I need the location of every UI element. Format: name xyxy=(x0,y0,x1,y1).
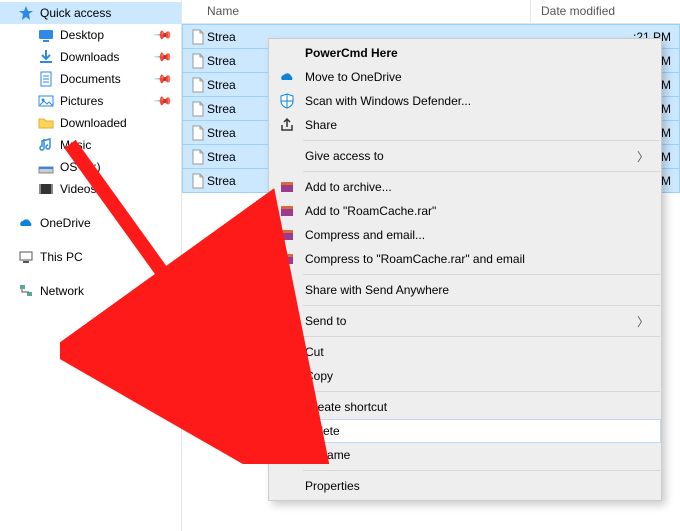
sidebar-item-pictures[interactable]: Pictures 📌 xyxy=(0,90,181,112)
menu-compress-rar-email[interactable]: Compress to "RoamCache.rar" and email xyxy=(269,247,661,271)
separator xyxy=(303,140,660,141)
sidebar-label: OneDrive xyxy=(40,216,91,230)
sidebar-item-videos[interactable]: Videos xyxy=(0,178,181,200)
submenu-arrow-icon: 〉 xyxy=(637,148,649,165)
sidebar-label: Pictures xyxy=(60,94,103,108)
desktop-icon xyxy=(38,27,54,43)
menu-send-to[interactable]: Send to 〉 xyxy=(269,309,661,333)
pin-icon: 📌 xyxy=(153,47,173,67)
downloads-icon xyxy=(38,49,54,65)
separator xyxy=(303,305,660,306)
sidebar-label: This PC xyxy=(40,250,83,264)
column-name[interactable]: Name xyxy=(182,0,530,23)
menu-share[interactable]: Share xyxy=(269,113,661,137)
menu-add-archive[interactable]: Add to archive... xyxy=(269,175,661,199)
sidebar-item-quick-access[interactable]: Quick access xyxy=(0,2,181,24)
menu-add-rar[interactable]: Add to "RoamCache.rar" xyxy=(269,199,661,223)
menu-compress-email[interactable]: Compress and email... xyxy=(269,223,661,247)
defender-icon xyxy=(275,93,299,109)
pin-icon: 📌 xyxy=(153,91,173,111)
separator xyxy=(303,274,660,275)
sidebar-item-documents[interactable]: Documents 📌 xyxy=(0,68,181,90)
menu-rename[interactable]: Rename xyxy=(269,443,661,467)
sidebar-label: Documents xyxy=(60,72,121,86)
column-headers: Name Date modified xyxy=(182,0,680,24)
submenu-arrow-icon: 〉 xyxy=(637,313,649,330)
menu-powercmd[interactable]: PowerCmd Here xyxy=(269,41,661,65)
winrar-icon xyxy=(275,227,299,243)
separator xyxy=(303,336,660,337)
pin-icon: 📌 xyxy=(153,69,173,89)
column-date[interactable]: Date modified xyxy=(530,0,680,23)
documents-icon xyxy=(38,71,54,87)
menu-properties[interactable]: Properties xyxy=(269,474,661,498)
file-icon xyxy=(183,125,207,141)
menu-give-access[interactable]: Give access to 〉 xyxy=(269,144,661,168)
sidebar-label: Downloads xyxy=(60,50,119,64)
menu-scan-defender[interactable]: Scan with Windows Defender... xyxy=(269,89,661,113)
quick-access-icon xyxy=(18,5,34,21)
sidebar-item-desktop[interactable]: Desktop 📌 xyxy=(0,24,181,46)
menu-send-anywhere[interactable]: Share with Send Anywhere xyxy=(269,278,661,302)
sidebar-label: OS (C:) xyxy=(60,160,101,174)
this-pc-icon xyxy=(18,249,34,265)
sidebar-item-music[interactable]: Music xyxy=(0,134,181,156)
sidebar-label: Quick access xyxy=(40,6,111,20)
onedrive-icon xyxy=(275,69,299,85)
separator xyxy=(303,391,660,392)
sidebar-label: Desktop xyxy=(60,28,104,42)
file-icon xyxy=(183,29,207,45)
navigation-pane: Quick access Desktop 📌 Downloads 📌 Docum… xyxy=(0,0,182,531)
sidebar-item-this-pc[interactable]: This PC xyxy=(0,246,181,268)
menu-move-onedrive[interactable]: Move to OneDrive xyxy=(269,65,661,89)
separator xyxy=(303,470,660,471)
pictures-icon xyxy=(38,93,54,109)
send-anywhere-icon xyxy=(275,282,299,298)
context-menu: PowerCmd Here Move to OneDrive Scan with… xyxy=(268,38,662,501)
onedrive-icon xyxy=(18,215,34,231)
sidebar-item-network[interactable]: Network xyxy=(0,280,181,302)
file-icon xyxy=(183,149,207,165)
sidebar-label: Network xyxy=(40,284,84,298)
sidebar-item-downloaded[interactable]: Downloaded xyxy=(0,112,181,134)
sidebar-item-os-c[interactable]: OS (C:) xyxy=(0,156,181,178)
share-icon xyxy=(275,117,299,133)
file-icon xyxy=(183,173,207,189)
folder-icon xyxy=(38,115,54,131)
winrar-icon xyxy=(275,203,299,219)
sidebar-item-downloads[interactable]: Downloads 📌 xyxy=(0,46,181,68)
menu-cut[interactable]: Cut xyxy=(269,340,661,364)
file-icon xyxy=(183,53,207,69)
music-icon xyxy=(38,137,54,153)
file-icon xyxy=(183,101,207,117)
sidebar-label: Music xyxy=(60,138,91,152)
menu-delete[interactable]: Delete xyxy=(269,419,661,443)
sidebar-item-onedrive[interactable]: OneDrive xyxy=(0,212,181,234)
separator xyxy=(303,171,660,172)
file-icon xyxy=(183,77,207,93)
menu-copy[interactable]: Copy xyxy=(269,364,661,388)
network-icon xyxy=(18,283,34,299)
drive-icon xyxy=(38,159,54,175)
sidebar-label: Videos xyxy=(60,182,96,196)
videos-icon xyxy=(38,181,54,197)
menu-create-shortcut[interactable]: Create shortcut xyxy=(269,395,661,419)
winrar-icon xyxy=(275,251,299,267)
winrar-icon xyxy=(275,179,299,195)
sidebar-label: Downloaded xyxy=(60,116,127,130)
pin-icon: 📌 xyxy=(153,25,173,45)
